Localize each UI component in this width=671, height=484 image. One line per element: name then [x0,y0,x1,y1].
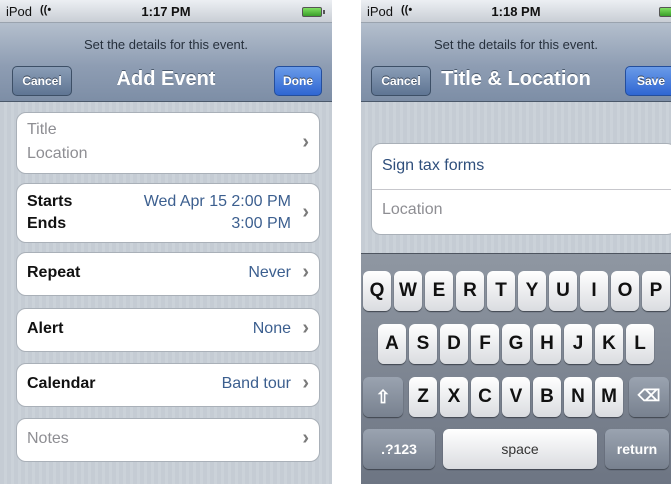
starts-ends-cell[interactable]: Starts Ends Wed Apr 15 2:00 PM 3:00 PM › [16,183,320,243]
calendar-cell[interactable]: Calendar Band tour › [16,363,320,407]
key-f[interactable]: F [471,324,499,364]
key-k[interactable]: K [595,324,623,364]
key-y[interactable]: Y [518,271,546,311]
save-button[interactable]: Save [625,66,671,96]
key-h[interactable]: H [533,324,561,364]
key-t[interactable]: T [487,271,515,311]
cancel-button[interactable]: Cancel [12,66,72,96]
key-v[interactable]: V [502,377,530,417]
key-e[interactable]: E [425,271,453,311]
status-bar: iPod ((• 1:17 PM [0,0,332,23]
key-s[interactable]: S [409,324,437,364]
cancel-button[interactable]: Cancel [371,66,431,96]
starts-label: Starts [27,193,73,210]
location-field[interactable]: Location [382,201,443,219]
done-button[interactable]: Done [274,66,322,96]
key-r[interactable]: R [456,271,484,311]
calendar-value: Band tour [221,375,291,392]
repeat-value: Never [248,264,291,281]
repeat-cell[interactable]: Repeat Never › [16,252,320,296]
key-x[interactable]: X [440,377,468,417]
starts-date: Wed Apr 15 [143,193,227,210]
backspace-key[interactable]: ⌫ [629,377,669,417]
space-key[interactable]: space [443,429,597,469]
numbers-key[interactable]: .?123 [363,429,435,469]
key-b[interactable]: B [533,377,561,417]
title-location-form: Sign tax forms Location [371,143,671,235]
title-placeholder: Title [27,121,57,138]
chevron-right-icon: › [302,427,309,449]
ends-time: 3:00 PM [231,215,291,232]
status-bar: iPod ((• 1:18 PM [361,0,671,23]
alert-label: Alert [27,320,64,337]
shift-key[interactable]: ⇧ [363,377,403,417]
chevron-right-icon: › [302,317,309,339]
key-j[interactable]: J [564,324,592,364]
add-event-screen: iPod ((• 1:17 PM Set the details for thi… [0,0,332,484]
clock: 1:18 PM [491,4,541,19]
alert-value: None [252,320,291,337]
navigation-bar: Set the details for this event. Add Even… [0,23,332,102]
title-field[interactable]: Sign tax forms [382,157,484,175]
return-key[interactable]: return [605,429,669,469]
key-p[interactable]: P [642,271,670,311]
key-q[interactable]: Q [363,271,391,311]
starts-time: 2:00 PM [231,193,291,210]
battery-icon [302,7,325,17]
key-m[interactable]: M [595,377,623,417]
calendar-label: Calendar [27,375,96,392]
key-z[interactable]: Z [409,377,437,417]
key-c[interactable]: C [471,377,499,417]
title-location-screen: iPod ((• 1:18 PM Set the details for thi… [361,0,671,484]
chevron-right-icon: › [302,261,309,283]
navigation-bar: Set the details for this event. Title & … [361,23,671,102]
nav-prompt: Set the details for this event. [83,37,249,52]
ends-label: Ends [27,215,67,232]
divider [372,189,671,190]
key-u[interactable]: U [549,271,577,311]
key-o[interactable]: O [611,271,639,311]
key-g[interactable]: G [502,324,530,364]
key-d[interactable]: D [440,324,468,364]
alert-cell[interactable]: Alert None › [16,308,320,352]
battery-icon [659,7,671,17]
chevron-right-icon: › [302,201,309,223]
key-n[interactable]: N [564,377,592,417]
nav-prompt: Set the details for this event. [433,37,599,52]
key-l[interactable]: L [626,324,654,364]
keyboard: Q W E R T Y U I O P A S D F G H J K L ⇧ … [361,253,671,484]
key-a[interactable]: A [378,324,406,364]
title-location-cell[interactable]: Title Location › [16,112,320,174]
repeat-label: Repeat [27,264,81,281]
location-placeholder: Location [27,145,88,162]
notes-placeholder: Notes [27,430,69,447]
key-w[interactable]: W [394,271,422,311]
key-i[interactable]: I [580,271,608,311]
chevron-right-icon: › [302,372,309,394]
chevron-right-icon: › [302,131,309,153]
clock: 1:17 PM [141,4,191,19]
notes-cell[interactable]: Notes › [16,418,320,462]
